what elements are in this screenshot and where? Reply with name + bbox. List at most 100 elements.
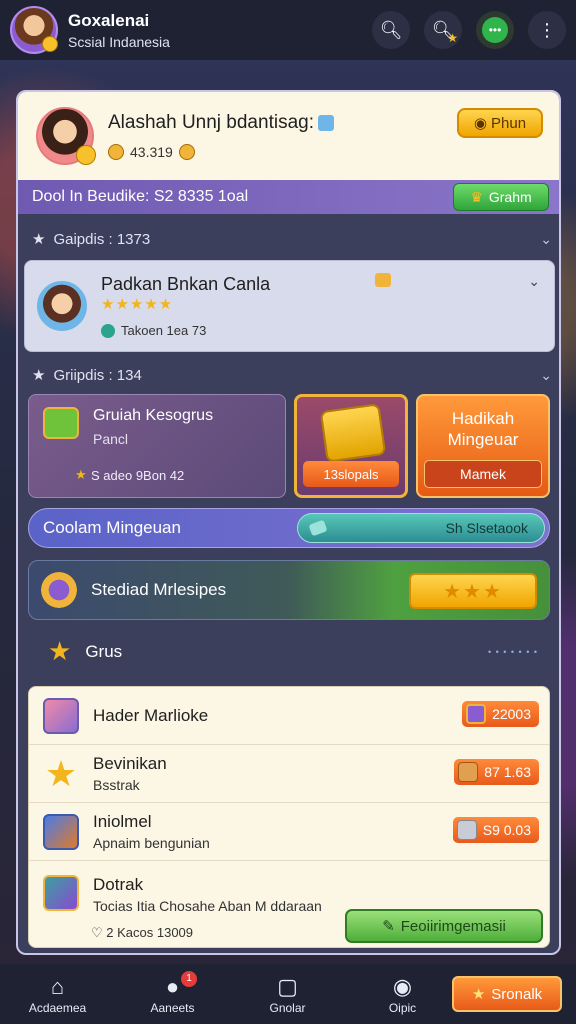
group-card-title: Gruiah Kesogrus: [93, 407, 214, 424]
notification-badge: 1: [181, 971, 197, 987]
weekly-reward-card[interactable]: Hadikah Mingeuar Mamek: [416, 394, 550, 498]
coin-icon: [108, 144, 124, 160]
list-item-name: Hader Marlioke: [93, 705, 209, 725]
coin-icon: [42, 36, 58, 52]
weekly-pill-label: Sh Slsetaook: [445, 520, 529, 536]
price-button[interactable]: S9 0.03: [452, 817, 539, 843]
friend-sub: Takoen 1ea 73: [101, 323, 270, 338]
profile-coins: 43.319: [108, 144, 334, 160]
grus-label: Grus: [85, 641, 123, 661]
friend-sub-text: Takoen 1ea 73: [121, 323, 207, 338]
price-button[interactable]: 87 1.63: [454, 759, 539, 785]
list-item-name: Bevinikan: [93, 754, 167, 773]
nav-home[interactable]: ⌂ Acdaemea: [0, 973, 115, 1015]
grus-header: ★ Grus • • • • • • •: [48, 636, 538, 667]
weekly-bar[interactable]: Coolam Mingeuan Sh Slsetaook: [28, 508, 550, 548]
crown-icon: ♛: [470, 188, 483, 205]
list-item-name: Iniolmel: [93, 812, 152, 831]
user-avatar[interactable]: [10, 6, 58, 54]
app-title-block: Goxalenai Scsial Indanesia: [68, 11, 170, 50]
search-star-icon[interactable]: 🔍︎ ★: [424, 11, 462, 49]
gift-icon: [375, 273, 391, 287]
verified-icon: [317, 114, 334, 131]
token-icon: [456, 820, 477, 840]
gift-box-icon: [43, 697, 79, 734]
weekly-bar-label: Coolam Mingeuan: [43, 518, 181, 537]
group-card-meta: S adeo 9Bon 42: [91, 468, 185, 483]
progress-label: Stediad Mrlesipes: [91, 580, 227, 599]
chat-bubble-icon: •••: [482, 17, 508, 43]
star-icon: ★: [32, 367, 46, 384]
list-item-sub: Apnaim bengunian: [93, 835, 210, 851]
pencil-icon: ✎: [382, 918, 395, 935]
list-item-sub: Bsstrak: [93, 777, 140, 793]
list-item[interactable]: Hader Marlioke 22003: [29, 687, 549, 745]
nav-chat[interactable]: ▢ Gnolar: [230, 973, 345, 1015]
price-label: S9 0.03: [482, 822, 531, 838]
search-icon[interactable]: 🔍︎: [372, 11, 410, 49]
friend-avatar: [37, 281, 87, 331]
stars-rating: ★★★: [443, 580, 503, 603]
groups-header-1[interactable]: ★ Gaipdis : 1373 ⌄: [32, 230, 552, 249]
treasure-chest-icon: [319, 403, 387, 463]
list-item-action-label: Feoiirimgemasii: [400, 917, 506, 935]
profile-name-text: Alashah Unnj bdantisag:: [108, 112, 314, 133]
list-item-footer: ♡ 2 Kacos 13009: [91, 925, 193, 941]
top-actions: 🔍︎ 🔍︎ ★ ••• ⋮: [372, 11, 566, 49]
star-icon: ★: [75, 467, 87, 482]
cube-icon: [43, 813, 79, 850]
chat-icon[interactable]: •••: [476, 11, 514, 49]
weekly-reward-button[interactable]: Mamek: [424, 460, 542, 488]
grus-mini: • • • • • • •: [487, 646, 538, 657]
gem-icon: [466, 704, 487, 724]
chest-icon: [43, 407, 79, 439]
profile-action-button[interactable]: ◉ Phun: [457, 108, 543, 138]
profile-avatar[interactable]: [36, 107, 96, 165]
cube-icon: [43, 875, 79, 911]
home-icon: ⌂: [50, 974, 65, 999]
star-icon: ★: [32, 231, 46, 248]
list-item[interactable]: ★ Bevinikan Bsstrak 87 1.63: [29, 745, 549, 803]
heart-icon: ♡: [91, 925, 107, 940]
group-card-subtitle: Pancl: [93, 431, 129, 447]
friend-card[interactable]: Padkan Bnkan Canla ★★★★★ Takoen 1ea 73 ⌄: [24, 260, 555, 352]
list-item-action-button[interactable]: ✎ Feoiirimgemasii: [345, 909, 543, 943]
profile-text: Alashah Unnj bdantisag: 43.319: [108, 112, 334, 160]
nav-home-label: Acdaemea: [28, 1001, 87, 1015]
list-item[interactable]: Dotrak Tocias Itia Chosahe Aban M ddaraan…: [29, 861, 549, 947]
list-item-footer-text: 2 Kacos 13009: [106, 925, 194, 940]
friend-text: Padkan Bnkan Canla ★★★★★ Takoen 1ea 73: [101, 274, 270, 338]
bottom-nav: ⌂ Acdaemea ● 1 Aaneets ▢ Gnolar ◉ Oipic ★ Sron…: [0, 964, 576, 1024]
weekly-pill-button[interactable]: Sh Slsetaook: [297, 513, 545, 543]
shop-list: Hader Marlioke 22003 ★ Bevinikan Bsstrak …: [28, 686, 550, 948]
coin-icon: ◉: [473, 115, 488, 132]
nav-profile[interactable]: ◉ Oipic: [345, 973, 460, 1015]
profile-name: Alashah Unnj bdantisag:: [108, 112, 334, 134]
price-label: 87 1.63: [484, 764, 531, 780]
list-item[interactable]: Iniolmel Apnaim bengunian S9 0.03: [29, 803, 549, 861]
chevron-down-icon: ⌄: [540, 366, 552, 383]
profile-icon: ◉: [392, 974, 413, 999]
progress-bar-row: Stediad Mrlesipes ★★★: [28, 560, 550, 620]
chevron-down-icon[interactable]: ⌄: [528, 273, 540, 290]
promo-bar: Dool In Beudike: S2 8335 1oal ♛ Grahm: [18, 180, 559, 214]
groups-heading-2: Griipdis : 134: [53, 366, 142, 384]
group-card[interactable]: Gruiah Kesogrus Pancl ★ S adeo 9Bon 42: [28, 394, 286, 498]
promo-button[interactable]: ♛ Grahm: [453, 183, 549, 211]
coin-icon: [76, 145, 96, 165]
price-label: 22003: [492, 706, 531, 722]
star-icon: ★: [48, 636, 72, 666]
coin-count: 43.319: [130, 144, 173, 160]
app-subtitle: Scsial Indanesia: [68, 33, 170, 50]
nav-action-button[interactable]: ★ Sronalk: [452, 976, 562, 1012]
reward-card[interactable]: 13slopals: [294, 394, 408, 498]
nav-action-label: Sronalk: [491, 985, 543, 1003]
price-button[interactable]: 22003: [462, 701, 539, 727]
coin-icon: [178, 144, 195, 160]
groups-header-2[interactable]: ★ Griipdis : 134 ⌄: [32, 366, 552, 385]
token-icon: [458, 762, 479, 782]
more-icon[interactable]: ⋮: [528, 11, 566, 49]
nav-profile-label: Oipic: [388, 1001, 417, 1015]
nav-friends[interactable]: ● 1 Aaneets: [115, 971, 230, 1015]
stars-button[interactable]: ★★★: [409, 573, 537, 609]
